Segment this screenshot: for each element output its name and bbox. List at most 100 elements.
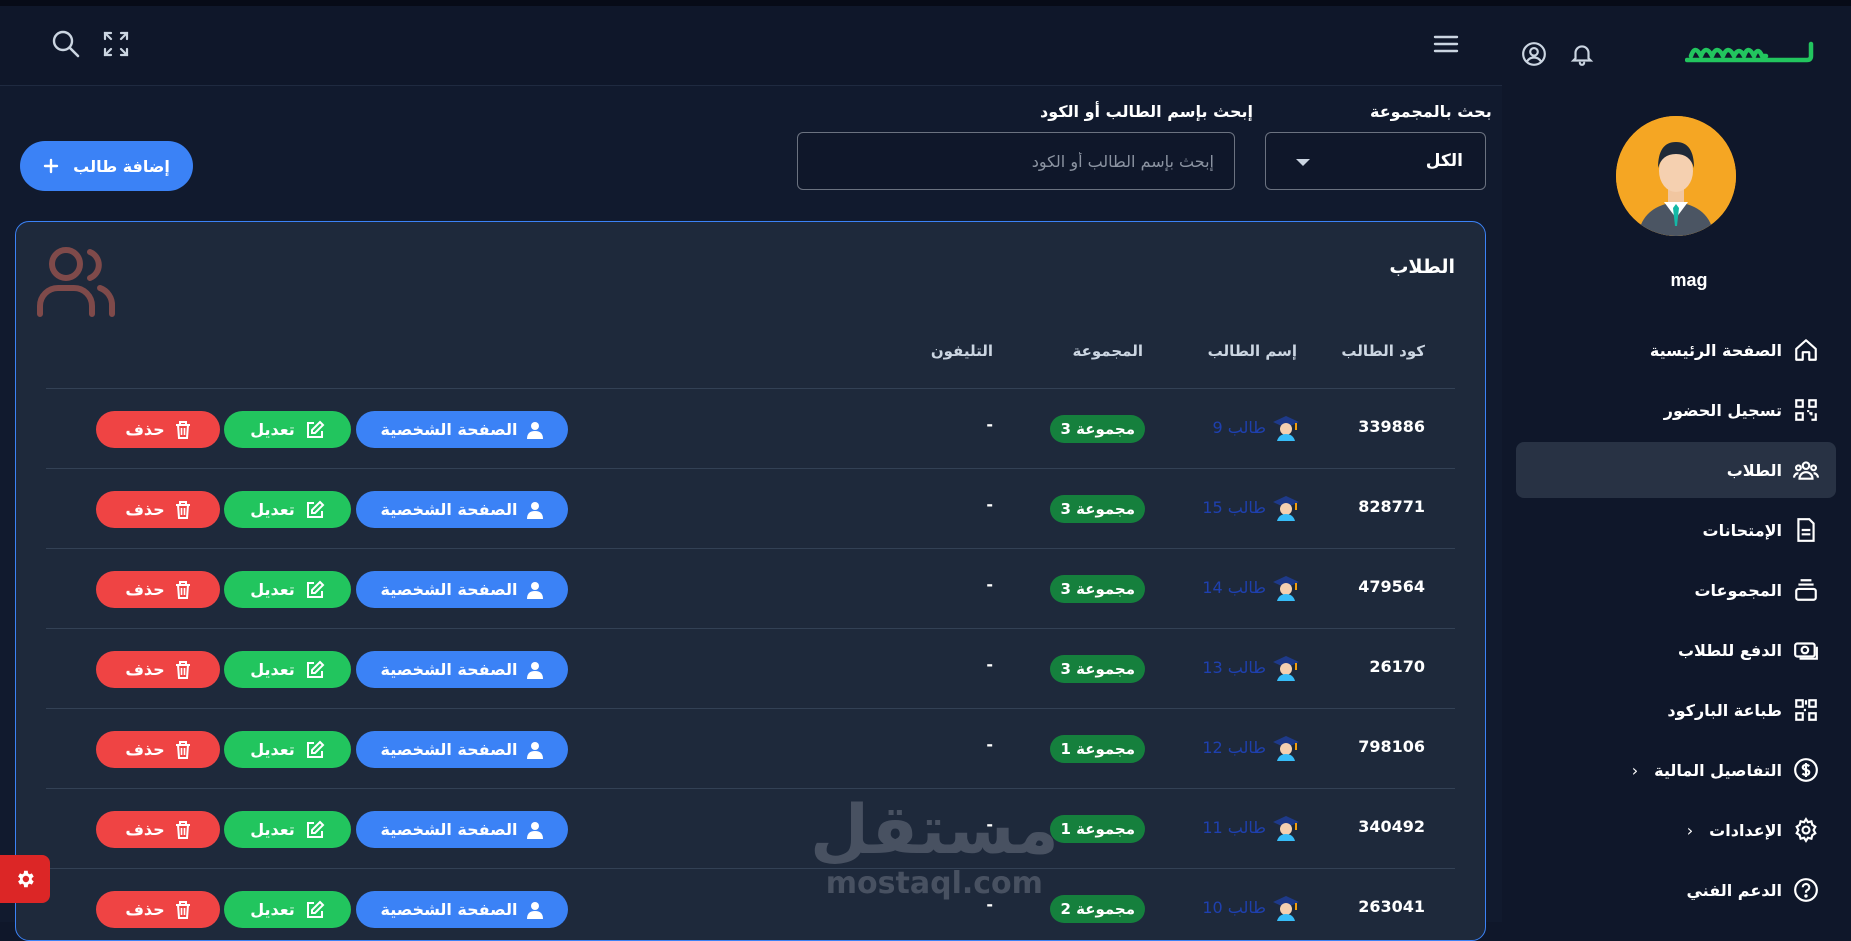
profile-button[interactable]: الصفحة الشخصية	[356, 731, 568, 768]
graduate-icon	[1273, 656, 1299, 681]
sidebar-item-label: الصفحة الرئيسية	[1649, 340, 1782, 360]
sidebar-item-6[interactable]: طباعة الباركود	[1516, 682, 1836, 738]
profile-button-label: الصفحة الشخصية	[380, 420, 518, 439]
search-icon[interactable]	[50, 28, 82, 60]
col-header-name: إسم الطالب	[1207, 342, 1297, 360]
students-card: الطلاب كود الطالب إسم الطالب المجموعة ال…	[15, 221, 1486, 941]
edit-icon	[306, 900, 325, 918]
edit-button[interactable]: تعديل	[224, 731, 351, 768]
sidebar-item-8[interactable]: › الإعدادات	[1516, 802, 1836, 858]
avatar[interactable]	[1616, 116, 1736, 236]
delete-button[interactable]: حذف	[96, 651, 220, 688]
group-badge: مجموعة 3	[1050, 655, 1145, 683]
student-phone: -	[986, 735, 993, 754]
edit-icon	[306, 580, 325, 598]
sidebar-item-3[interactable]: الإمتحانات	[1516, 502, 1836, 558]
add-student-label: إضافة طالب	[73, 156, 170, 176]
student-code: 479564	[1358, 577, 1425, 596]
edit-button[interactable]: تعديل	[224, 571, 351, 608]
sidebar-item-7[interactable]: › التفاصيل المالية	[1516, 742, 1836, 798]
add-student-button[interactable]: إضافة طالب	[20, 141, 193, 191]
delete-button-label: حذف	[125, 660, 165, 679]
edit-button[interactable]: تعديل	[224, 411, 351, 448]
edit-button[interactable]: تعديل	[224, 651, 351, 688]
settings-fab-button[interactable]	[0, 855, 50, 903]
student-name: طالب 13	[1202, 657, 1266, 677]
delete-button-label: حذف	[125, 420, 165, 439]
student-phone: -	[986, 575, 993, 594]
sidebar-nav: الصفحة الرئيسية تسجيل الحضور الطلاب الإم…	[1516, 322, 1836, 922]
delete-button[interactable]: حذف	[96, 411, 220, 448]
student-name-link[interactable]: طالب 14	[1202, 573, 1300, 601]
student-name-link[interactable]: طالب 13	[1202, 653, 1300, 681]
profile-button-label: الصفحة الشخصية	[380, 820, 518, 839]
profile-button-label: الصفحة الشخصية	[380, 740, 518, 759]
edit-button-label: تعديل	[250, 820, 295, 839]
student-code: 798106	[1358, 737, 1425, 756]
user-icon	[527, 421, 544, 439]
profile-button[interactable]: الصفحة الشخصية	[356, 891, 568, 928]
delete-button[interactable]: حذف	[96, 491, 220, 528]
edit-button-label: تعديل	[250, 900, 295, 919]
edit-icon	[306, 740, 325, 758]
delete-button[interactable]: حذف	[96, 811, 220, 848]
delete-button[interactable]: حذف	[96, 731, 220, 768]
student-code: 828771	[1358, 497, 1425, 516]
sidebar: mag الصفحة الرئيسية تسجيل الحضور الطلاب …	[1502, 6, 1851, 922]
hamburger-menu-icon[interactable]	[1430, 28, 1462, 60]
student-name-link[interactable]: طالب 11	[1202, 813, 1300, 841]
delete-button-label: حذف	[125, 580, 165, 599]
bell-icon[interactable]	[1568, 40, 1596, 68]
student-name-link[interactable]: طالب 12	[1202, 733, 1300, 761]
student-phone: -	[986, 415, 993, 434]
table-row: 340492 طالب 11 مجموعة 1 - الصفحة الشخصية…	[46, 789, 1455, 869]
edit-button-label: تعديل	[250, 500, 295, 519]
edit-button[interactable]: تعديل	[224, 811, 351, 848]
username: mag	[1670, 270, 1708, 290]
table-row: 828771 طالب 15 مجموعة 3 - الصفحة الشخصية…	[46, 469, 1455, 549]
chevron-down-icon	[1296, 159, 1310, 166]
edit-button-label: تعديل	[250, 420, 295, 439]
profile-button[interactable]: الصفحة الشخصية	[356, 811, 568, 848]
edit-button-label: تعديل	[250, 740, 295, 759]
sidebar-item-4[interactable]: المجموعات	[1516, 562, 1836, 618]
help-icon	[1792, 876, 1820, 904]
student-code: 339886	[1358, 417, 1425, 436]
dollar-icon	[1792, 756, 1820, 784]
trash-icon	[175, 500, 190, 519]
profile-button[interactable]: الصفحة الشخصية	[356, 411, 568, 448]
delete-button[interactable]: حذف	[96, 571, 220, 608]
sidebar-item-label: الطلاب	[1726, 460, 1782, 480]
search-input[interactable]	[797, 132, 1235, 190]
edit-button[interactable]: تعديل	[224, 891, 351, 928]
trash-icon	[175, 740, 190, 759]
col-header-group: المجموعة	[1072, 342, 1143, 360]
sidebar-item-1[interactable]: تسجيل الحضور	[1516, 382, 1836, 438]
group-filter-select[interactable]: الكل	[1265, 132, 1486, 190]
profile-button[interactable]: الصفحة الشخصية	[356, 571, 568, 608]
search-label: إبحث بإسم الطالب أو الكود	[1040, 102, 1254, 121]
sidebar-item-9[interactable]: الدعم الفني	[1516, 862, 1836, 918]
profile-button[interactable]: الصفحة الشخصية	[356, 491, 568, 528]
student-name-link[interactable]: طالب 15	[1202, 493, 1300, 521]
sidebar-item-2[interactable]: الطلاب	[1516, 442, 1836, 498]
sidebar-item-5[interactable]: الدفع للطلاب	[1516, 622, 1836, 678]
profile-button-label: الصفحة الشخصية	[380, 900, 518, 919]
profile-button[interactable]: الصفحة الشخصية	[356, 651, 568, 688]
trash-icon	[175, 660, 190, 679]
delete-button[interactable]: حذف	[96, 891, 220, 928]
graduate-icon	[1273, 816, 1299, 841]
student-name: طالب 14	[1202, 577, 1266, 597]
student-phone: -	[986, 895, 993, 914]
student-name-link[interactable]: طالب 9	[1213, 413, 1300, 441]
student-phone: -	[986, 815, 993, 834]
edit-icon	[306, 500, 325, 518]
sidebar-item-0[interactable]: الصفحة الرئيسية	[1516, 322, 1836, 378]
brand-logo[interactable]	[1685, 34, 1821, 78]
user-circle-icon[interactable]	[1520, 40, 1548, 68]
col-header-phone: التليفون	[930, 342, 993, 360]
fullscreen-icon[interactable]	[100, 28, 132, 60]
edit-button[interactable]: تعديل	[224, 491, 351, 528]
student-name-link[interactable]: طالب 10	[1202, 893, 1300, 921]
profile-button-label: الصفحة الشخصية	[380, 660, 518, 679]
